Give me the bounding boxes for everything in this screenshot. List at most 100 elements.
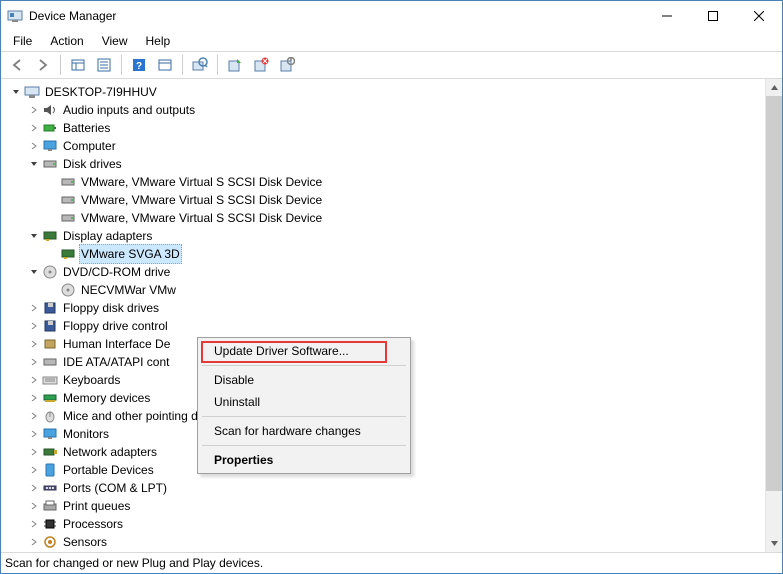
chevron-right-icon[interactable] (27, 463, 41, 477)
chevron-right-icon[interactable] (27, 139, 41, 153)
ports-icon (42, 480, 58, 496)
vertical-scrollbar[interactable] (765, 79, 782, 552)
tree-category-ports[interactable]: Ports (COM & LPT) (3, 479, 765, 497)
floppy-disk-icon (42, 300, 58, 316)
minimize-button[interactable] (644, 1, 690, 31)
disk-drive-icon (42, 156, 58, 172)
chevron-down-icon[interactable] (27, 157, 41, 171)
chevron-right-icon[interactable] (27, 499, 41, 513)
monitor-icon (42, 138, 58, 154)
scroll-up-button[interactable] (766, 79, 782, 96)
context-separator (202, 365, 406, 366)
action-toolbar-button[interactable] (153, 53, 177, 77)
display-adapter-icon (42, 228, 58, 244)
tree-label: Keyboards (61, 371, 122, 389)
tree-label: Portable Devices (61, 461, 156, 479)
toolbar-separator (60, 55, 61, 75)
chevron-right-icon[interactable] (27, 121, 41, 135)
tree-category-audio[interactable]: Audio inputs and outputs (3, 101, 765, 119)
context-separator (202, 445, 406, 446)
tree-category-sensors[interactable]: Sensors (3, 533, 765, 551)
tree-device-disk[interactable]: VMware, VMware Virtual S SCSI Disk Devic… (3, 209, 765, 227)
tree-category-batteries[interactable]: Batteries (3, 119, 765, 137)
ctx-scan-hardware[interactable]: Scan for hardware changes (200, 420, 408, 442)
tree-label: VMware, VMware Virtual S SCSI Disk Devic… (79, 173, 324, 191)
ide-controller-icon (42, 354, 58, 370)
tree-label: Floppy drive control (61, 317, 170, 335)
chevron-right-icon[interactable] (27, 319, 41, 333)
toolbar-separator (182, 55, 183, 75)
forward-button[interactable] (31, 53, 55, 77)
battery-icon (42, 120, 58, 136)
scan-hardware-toolbar-button[interactable] (188, 53, 212, 77)
chevron-right-icon[interactable] (27, 337, 41, 351)
menu-help[interactable]: Help (138, 32, 179, 50)
scroll-track[interactable] (766, 96, 782, 535)
uninstall-toolbar-button[interactable] (249, 53, 273, 77)
tree-device-svga[interactable]: VMware SVGA 3D (3, 245, 765, 263)
maximize-button[interactable] (690, 1, 736, 31)
chevron-right-icon[interactable] (27, 103, 41, 117)
close-button[interactable] (736, 1, 782, 31)
tree-label: Network adapters (61, 443, 159, 461)
chevron-right-icon[interactable] (27, 373, 41, 387)
floppy-controller-icon (42, 318, 58, 334)
portable-device-icon (42, 462, 58, 478)
tree-label: Human Interface De (61, 335, 172, 353)
help-toolbar-button[interactable]: ? (127, 53, 151, 77)
tree-category-disk-drives[interactable]: Disk drives (3, 155, 765, 173)
ctx-uninstall[interactable]: Uninstall (200, 391, 408, 413)
tree-label: VMware SVGA 3D (79, 244, 182, 264)
tree-category-computer[interactable]: Computer (3, 137, 765, 155)
chevron-down-icon[interactable] (9, 85, 23, 99)
toolbar: ? (1, 51, 782, 79)
tree-device-nec[interactable]: NECVMWar VMw (3, 281, 765, 299)
tree-label: Display adapters (61, 227, 154, 245)
dvd-drive-icon (42, 264, 58, 280)
svg-text:?: ? (136, 61, 142, 72)
tree-category-display[interactable]: Display adapters (3, 227, 765, 245)
menu-view[interactable]: View (94, 32, 136, 50)
show-hide-tree-button[interactable] (66, 53, 90, 77)
chevron-right-icon[interactable] (27, 517, 41, 531)
ctx-update-driver[interactable]: Update Driver Software... (200, 340, 408, 362)
back-button[interactable] (5, 53, 29, 77)
chevron-right-icon[interactable] (27, 409, 41, 423)
scroll-thumb[interactable] (766, 96, 782, 491)
chevron-right-icon[interactable] (27, 391, 41, 405)
client-area: DESKTOP-7I9HHUV Audio inputs and outputs… (1, 79, 782, 553)
audio-icon (42, 102, 58, 118)
tree-category-print-queues[interactable]: Print queues (3, 497, 765, 515)
ctx-disable[interactable]: Disable (200, 369, 408, 391)
scroll-down-button[interactable] (766, 535, 782, 552)
chevron-right-icon[interactable] (27, 535, 41, 549)
menu-action[interactable]: Action (42, 32, 91, 50)
tree-label: NECVMWar VMw (79, 281, 178, 299)
menu-file[interactable]: File (5, 32, 40, 50)
ctx-properties[interactable]: Properties (200, 449, 408, 471)
tree-category-floppy-disk[interactable]: Floppy disk drives (3, 299, 765, 317)
chevron-right-icon[interactable] (27, 481, 41, 495)
tree-device-disk[interactable]: VMware, VMware Virtual S SCSI Disk Devic… (3, 191, 765, 209)
tree-label: Computer (61, 137, 118, 155)
chevron-right-icon[interactable] (27, 301, 41, 315)
chevron-right-icon[interactable] (27, 355, 41, 369)
tree-category-floppy-controller[interactable]: Floppy drive control (3, 317, 765, 335)
tree-label: Audio inputs and outputs (61, 101, 197, 119)
chevron-right-icon[interactable] (27, 445, 41, 459)
device-tree[interactable]: DESKTOP-7I9HHUV Audio inputs and outputs… (1, 79, 765, 552)
chevron-right-icon[interactable] (27, 427, 41, 441)
chevron-down-icon[interactable] (27, 229, 41, 243)
app-icon (7, 8, 23, 24)
tree-label: IDE ATA/ATAPI cont (61, 353, 171, 371)
update-driver-toolbar-button[interactable] (223, 53, 247, 77)
tree-device-disk[interactable]: VMware, VMware Virtual S SCSI Disk Devic… (3, 173, 765, 191)
menubar: File Action View Help (1, 31, 782, 51)
chevron-down-icon[interactable] (27, 265, 41, 279)
tree-category-dvd[interactable]: DVD/CD-ROM drive (3, 263, 765, 281)
tree-root[interactable]: DESKTOP-7I9HHUV (3, 83, 765, 101)
statusbar: Scan for changed or new Plug and Play de… (1, 553, 782, 573)
tree-category-processors[interactable]: Processors (3, 515, 765, 533)
properties-toolbar-button[interactable] (92, 53, 116, 77)
disable-toolbar-button[interactable] (275, 53, 299, 77)
